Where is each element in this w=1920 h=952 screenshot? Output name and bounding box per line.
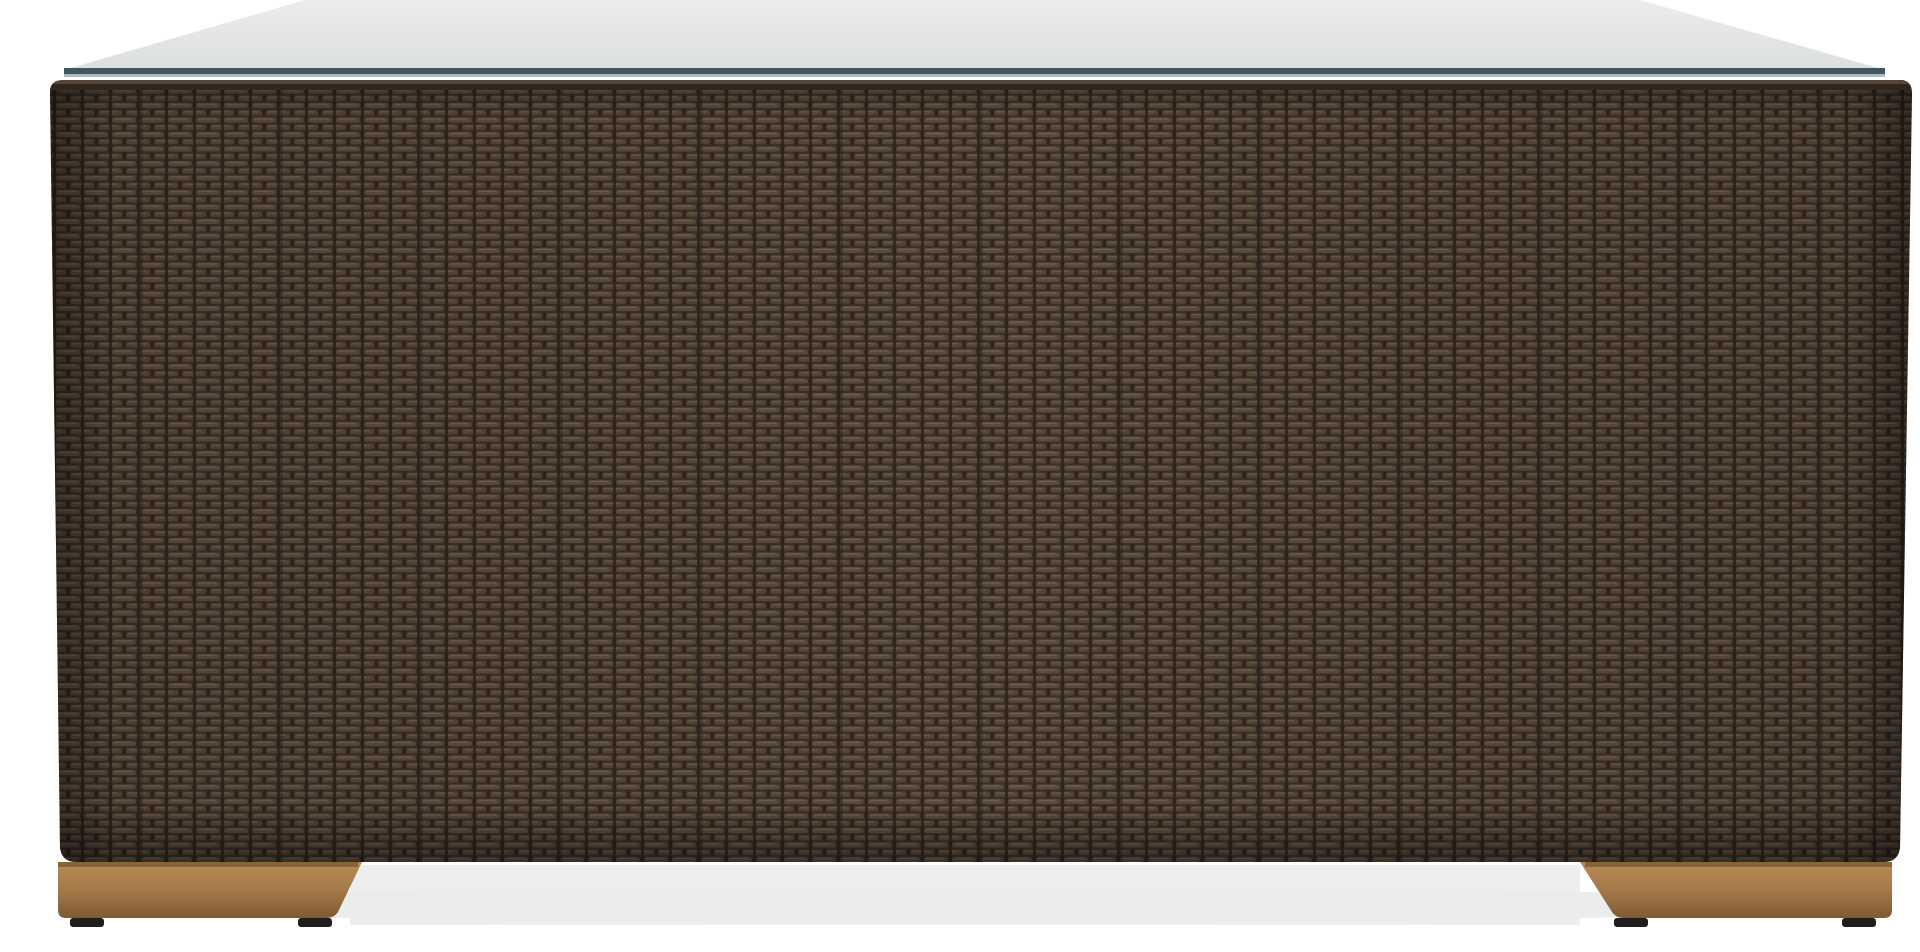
- coffee-table-illustration: [50, 0, 1912, 927]
- glass-top: [64, 0, 1885, 77]
- left-teak-foot: [58, 862, 362, 927]
- product-image: [0, 0, 1920, 952]
- right-teak-foot: [1580, 862, 1892, 927]
- wicker-body: [50, 80, 1912, 862]
